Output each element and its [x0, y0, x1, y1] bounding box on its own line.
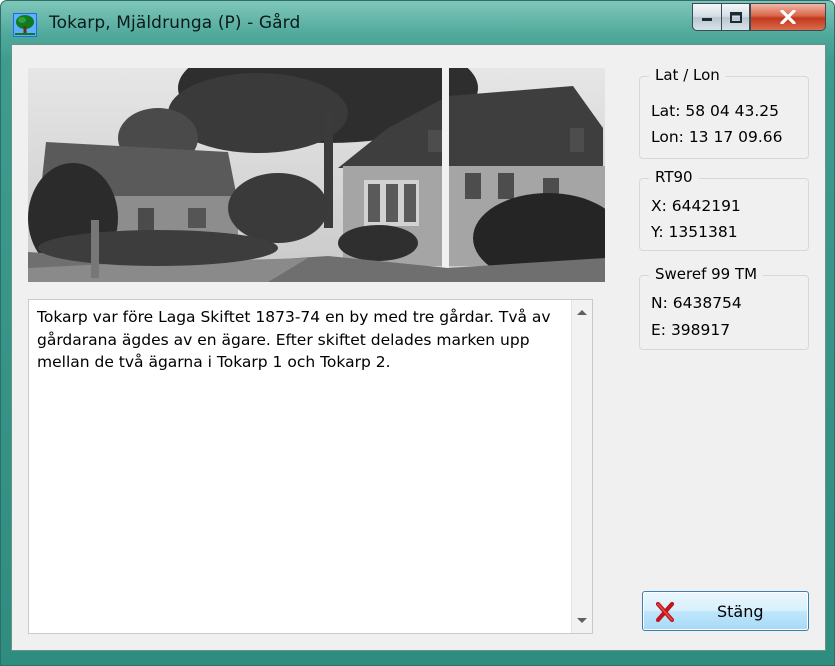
scroll-down-icon[interactable] — [577, 618, 587, 623]
rt90-y-value: Y: 1351381 — [651, 223, 738, 241]
window-controls — [692, 3, 826, 33]
minimize-button[interactable] — [692, 3, 721, 31]
scroll-up-icon[interactable] — [577, 310, 587, 315]
close-icon — [780, 10, 796, 24]
sweref-group: Sweref 99 TM N: 6438754 E: 398917 — [639, 265, 809, 350]
close-button[interactable]: Stäng — [642, 591, 809, 631]
sweref-e-value: E: 398917 — [651, 321, 731, 339]
dialog-window: Tokarp, Mjäldrunga (P) - Gård Tokarp var… — [0, 0, 835, 666]
maximize-button[interactable] — [721, 3, 750, 31]
vertical-scrollbar[interactable] — [571, 300, 592, 633]
description-textarea[interactable]: Tokarp var före Laga Skiftet 1873-74 en … — [28, 299, 593, 634]
red-x-icon — [655, 602, 675, 622]
rt90-group-title: RT90 — [649, 168, 699, 186]
sweref-group-title: Sweref 99 TM — [649, 265, 764, 283]
sweref-n-value: N: 6438754 — [651, 294, 742, 312]
rt90-x-value: X: 6442191 — [651, 197, 741, 215]
minimize-icon — [702, 18, 712, 21]
rt90-group: RT90 X: 6442191 Y: 1351381 — [639, 168, 809, 251]
farm-photo — [28, 68, 605, 282]
title-bar[interactable]: Tokarp, Mjäldrunga (P) - Gård — [1, 1, 834, 45]
dialog-client-area: Tokarp var före Laga Skiftet 1873-74 en … — [11, 44, 826, 651]
description-text: Tokarp var före Laga Skiftet 1873-74 en … — [37, 308, 551, 371]
close-button-label: Stäng — [717, 602, 764, 621]
farm-photo-image — [28, 68, 605, 282]
window-title: Tokarp, Mjäldrunga (P) - Gård — [49, 13, 301, 33]
tree-icon — [13, 13, 37, 37]
latitude-value: Lat: 58 04 43.25 — [651, 102, 780, 120]
close-window-button[interactable] — [750, 3, 826, 31]
maximize-icon — [729, 11, 742, 23]
longitude-value: Lon: 13 17 09.66 — [651, 128, 783, 146]
latlon-group: Lat / Lon Lat: 58 04 43.25 Lon: 13 17 09… — [639, 66, 809, 159]
latlon-group-title: Lat / Lon — [649, 66, 726, 84]
